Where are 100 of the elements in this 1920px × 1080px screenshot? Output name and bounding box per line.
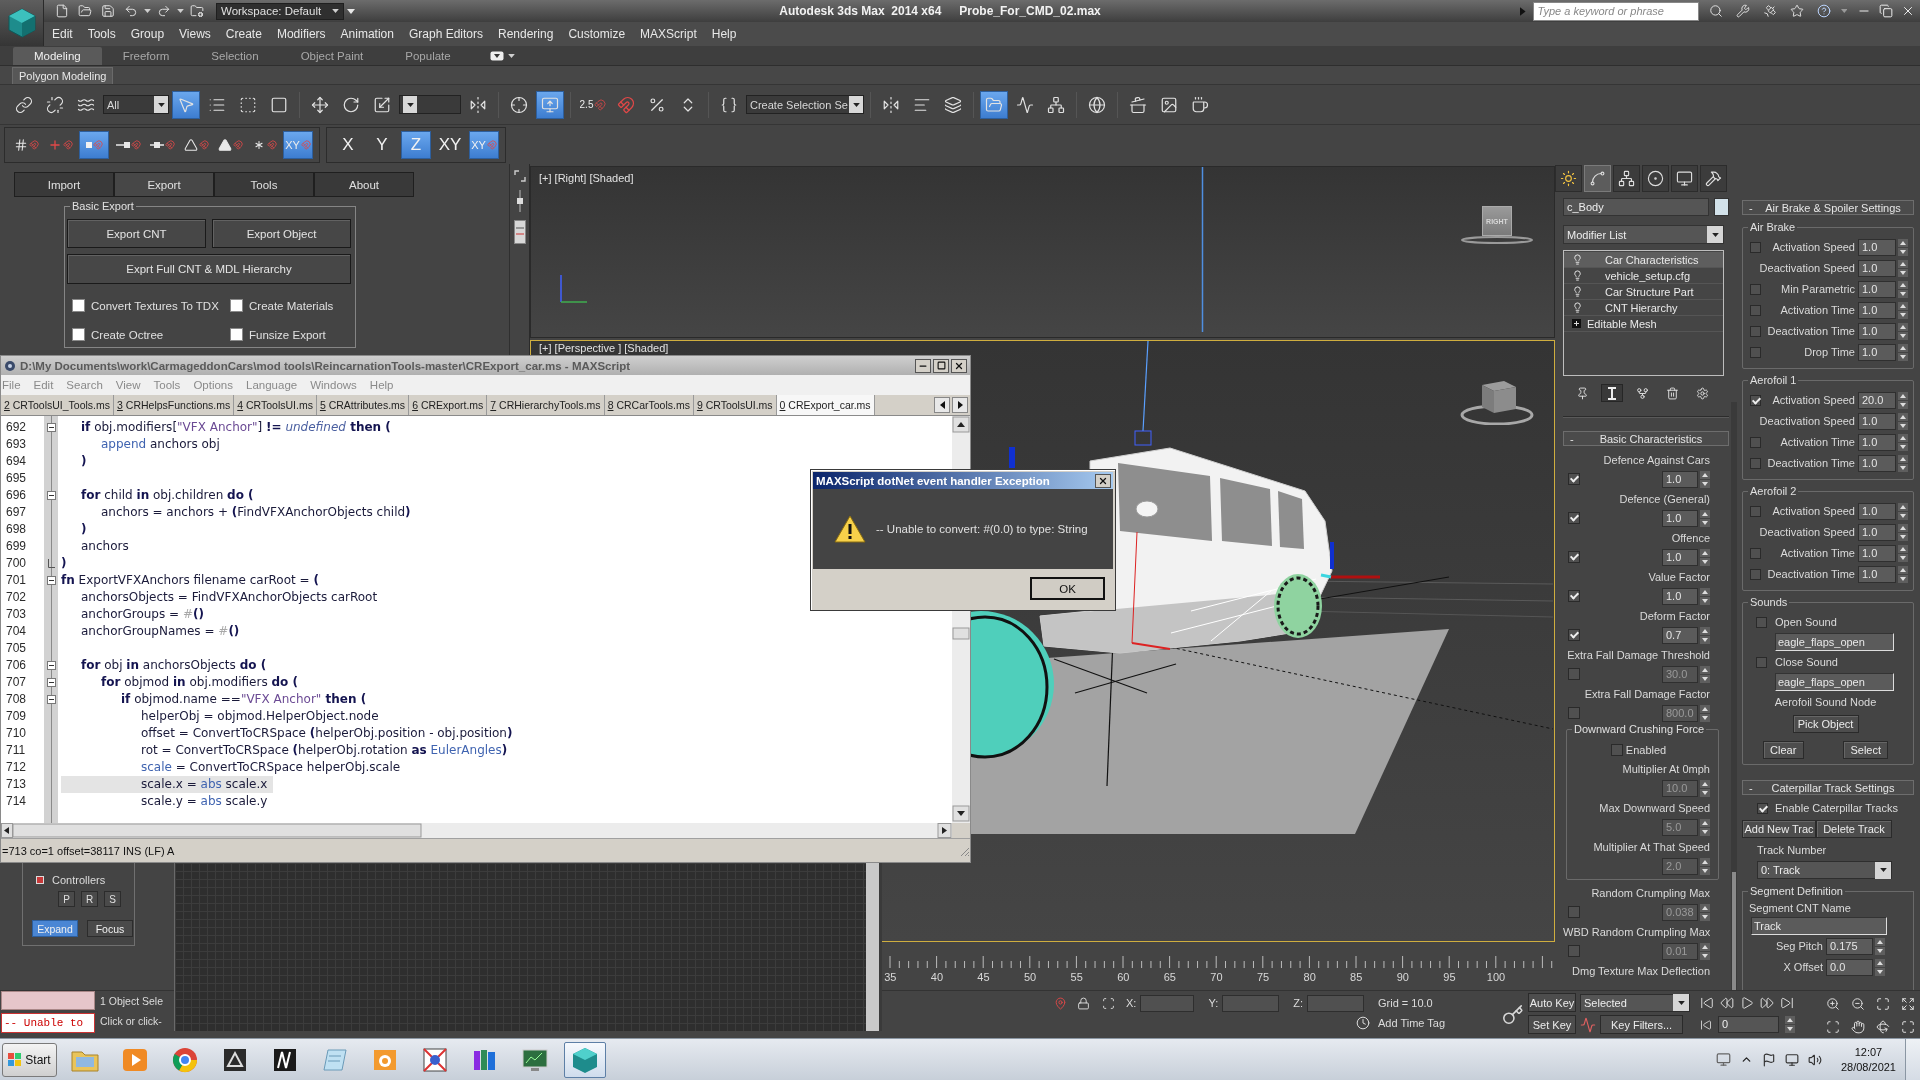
auto-key-button[interactable]: Auto Key (1528, 993, 1576, 1012)
menu-item[interactable]: Rendering (498, 27, 554, 41)
number-field[interactable]: 1.0 (1858, 502, 1896, 520)
orbit-icon[interactable] (1876, 1020, 1890, 1034)
explorer-button[interactable] (980, 90, 1008, 119)
selection-filter-dropdown[interactable]: All (103, 95, 169, 114)
checkbox[interactable] (1750, 241, 1761, 253)
checkbox[interactable] (1750, 346, 1761, 358)
listener-output-field[interactable]: -- Unable to (1, 1013, 95, 1033)
search-field[interactable]: Type a keyword or phrase (1532, 1, 1699, 21)
spinner-arrows-icon[interactable] (1700, 779, 1710, 797)
number-field[interactable]: 0.7 (1662, 626, 1698, 644)
action-button[interactable]: Select (1843, 741, 1889, 759)
number-field[interactable]: 1.0 (1858, 523, 1896, 541)
frame-corners-icon[interactable] (1876, 997, 1890, 1011)
spinner-arrows-icon[interactable] (1898, 544, 1908, 562)
panel-tab[interactable] (1642, 165, 1669, 192)
checkbox[interactable] (1750, 283, 1761, 295)
menu-item[interactable]: Create (225, 27, 262, 41)
number-field[interactable]: 1.0 (1662, 470, 1698, 488)
corner-brackets-icon[interactable] (1826, 1020, 1840, 1034)
checkbox[interactable] (1750, 568, 1761, 580)
fold-minus-icon[interactable] (46, 661, 56, 670)
axis-constraint-button[interactable]: X (333, 130, 363, 159)
file-tab[interactable]: 8 CRCarTools.ms (604, 395, 694, 415)
spinner-arrows-icon[interactable] (1898, 412, 1908, 430)
menu-item[interactable]: Help (711, 27, 737, 41)
spinner-arrows-icon[interactable] (1898, 238, 1908, 256)
checkbox[interactable] (1568, 473, 1580, 485)
fold-minus-icon[interactable] (46, 695, 56, 704)
snap-button[interactable]: 2.5 (577, 90, 609, 119)
file-tab[interactable]: 0 CRExport_car.ms (776, 395, 875, 415)
skip-forward-icon[interactable] (1780, 995, 1794, 1010)
track-button[interactable]: Add New Trac (1742, 820, 1816, 838)
ribbon-tab[interactable]: Object Paint (279, 47, 385, 65)
file-tab[interactable]: 9 CRToolsUI.ms (693, 395, 777, 415)
horizontal-scrollbar[interactable] (1, 823, 970, 838)
number-field[interactable]: 1.0 (1858, 280, 1896, 298)
fast-forward-icon[interactable] (1760, 995, 1774, 1010)
number-field[interactable]: 1.0 (1858, 343, 1896, 361)
ribbon-tab[interactable]: Modeling (13, 47, 102, 65)
checkbox[interactable] (1610, 744, 1623, 756)
fold-minus-icon[interactable] (46, 678, 56, 687)
mode-button[interactable]: Focus (87, 920, 133, 937)
spinner-arrows-icon[interactable] (1898, 565, 1908, 583)
checkbox[interactable] (1750, 325, 1761, 337)
modifier-stack-item[interactable]: vehicle_setup.cfg (1564, 268, 1723, 284)
workspace-dropdown[interactable]: Workspace: Default (216, 2, 344, 20)
spinner-arrows-icon[interactable] (1898, 280, 1908, 298)
checkbox[interactable] (72, 299, 85, 312)
export-button[interactable]: Export Object (212, 219, 351, 248)
modifier-stack-item[interactable]: Car Structure Part (1564, 284, 1723, 300)
ribbon-tab[interactable]: Selection (190, 47, 280, 65)
frame-field[interactable]: 0 (1718, 1016, 1779, 1033)
number-field[interactable]: 1.0 (1858, 544, 1896, 562)
panel-tab[interactable] (1671, 165, 1698, 192)
zoom-in-icon[interactable] (1826, 997, 1840, 1011)
pulse-line-icon[interactable] (1580, 1016, 1596, 1033)
coordinate-system-dropdown[interactable] (399, 95, 461, 114)
triangle-right-icon[interactable] (1520, 6, 1526, 16)
menu-item[interactable]: Tools (87, 27, 116, 41)
pick-object-button[interactable]: Pick Object (1792, 715, 1859, 733)
spinner-arrows-icon[interactable] (1898, 523, 1908, 541)
scroll-tabs-left-button[interactable] (934, 397, 950, 413)
fold-minus-icon[interactable] (46, 576, 56, 585)
slider-icon[interactable] (515, 190, 524, 212)
view-cube-icon[interactable] (1460, 379, 1534, 425)
time-tag-label[interactable]: Add Time Tag (1378, 1017, 1446, 1029)
file-tab[interactable]: 2 CRToolsUI_Tools.ms (1, 395, 115, 415)
track-button[interactable]: Delete Track (1816, 820, 1892, 838)
menu-item[interactable]: Group (130, 27, 165, 41)
corner-bracket-icon[interactable] (513, 170, 526, 182)
panel-tab[interactable]: Tools (214, 172, 314, 196)
corner-brackets-icon[interactable] (1102, 996, 1115, 1010)
spinner-arrows-icon[interactable] (1785, 1016, 1795, 1033)
checkbox[interactable] (230, 299, 243, 312)
spinner-arrows-icon[interactable] (1700, 548, 1710, 566)
viewport-label[interactable]: [+] [Perspective ] [Shaded] (539, 342, 669, 354)
number-field[interactable]: 1.0 (1662, 548, 1698, 566)
frame-corners-icon[interactable] (1901, 1020, 1915, 1034)
checkbox[interactable] (1750, 394, 1761, 406)
file-tab[interactable]: 5 CRAttributes.ms (316, 395, 410, 415)
object-name-field[interactable]: c_Body (1563, 198, 1709, 216)
menu-item[interactable]: Animation (340, 27, 394, 41)
maximize-button[interactable] (933, 358, 949, 373)
skip-back-icon[interactable] (1700, 995, 1714, 1010)
file-tab[interactable]: 7 CRHierarchyTools.ms (487, 395, 605, 415)
transform-button[interactable]: P (58, 891, 75, 907)
key-mode-dropdown[interactable]: Selected (1580, 993, 1690, 1012)
export-button[interactable]: Export CNT (67, 219, 206, 248)
action-button[interactable]: Clear (1762, 741, 1804, 759)
monitor-icon[interactable] (1784, 1052, 1799, 1067)
modifier-stack-item[interactable]: Editable Mesh (1564, 316, 1723, 332)
checkbox[interactable] (1750, 547, 1761, 559)
panel-stack-icon[interactable] (513, 220, 526, 244)
checkbox[interactable] (1757, 802, 1768, 814)
coordinate-field[interactable] (1140, 994, 1195, 1012)
menu-item[interactable]: Customize (568, 27, 626, 41)
number-field[interactable]: 1.0 (1662, 587, 1698, 605)
checkbox[interactable] (1750, 457, 1761, 469)
